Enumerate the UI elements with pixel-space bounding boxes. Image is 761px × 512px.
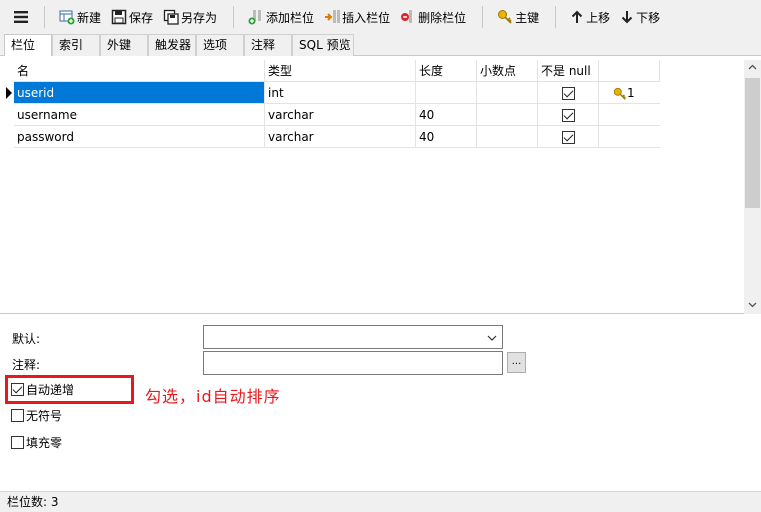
column-header-length[interactable]: 长度 xyxy=(416,60,477,82)
save-button-label: 保存 xyxy=(129,10,154,25)
tab-triggers[interactable]: 触发器 xyxy=(148,34,196,56)
table-row-decimals-cell[interactable] xyxy=(477,104,538,126)
primary-key-button[interactable]: 主键 xyxy=(493,4,543,30)
unsigned-label: 无符号 xyxy=(26,409,63,423)
zerofill-option[interactable]: 填充零 xyxy=(11,434,62,451)
table-row-not-null-cell[interactable] xyxy=(538,104,599,126)
column-header-key xyxy=(599,60,660,82)
menu-icon[interactable] xyxy=(8,4,34,30)
delete-field-icon xyxy=(401,10,413,23)
scroll-down-icon[interactable] xyxy=(748,302,757,308)
arrow-down-icon xyxy=(621,11,633,24)
tab-indexes[interactable]: 索引 xyxy=(52,34,100,56)
table-row-type-cell[interactable]: varchar xyxy=(265,126,416,148)
save-icon xyxy=(111,9,127,25)
default-label: 默认: xyxy=(12,332,41,346)
tab-sql-preview[interactable]: SQL 预览 xyxy=(292,34,354,56)
comment-label: 注释: xyxy=(12,358,41,372)
add-field-button-label: 添加栏位 xyxy=(266,10,315,25)
status-bar: 栏位数: 3 xyxy=(0,491,761,512)
save-as-icon xyxy=(163,9,179,25)
insert-field-button[interactable]: 插入栏位 xyxy=(320,4,394,30)
default-select[interactable] xyxy=(203,325,503,349)
not-null-checkbox[interactable] xyxy=(561,109,575,122)
toolbar: 新建 保存 另存为 添加栏位 插入栏位 删除栏位 主键 上移 下移 xyxy=(0,0,761,34)
tab-fields[interactable]: 栏位 xyxy=(4,34,52,57)
tab-foreign-keys[interactable]: 外键 xyxy=(100,34,148,56)
key-icon xyxy=(498,10,512,24)
column-header-not-null[interactable]: 不是 null xyxy=(538,60,599,82)
toolbar-separator xyxy=(482,6,484,28)
table-row-length-cell[interactable]: 40 xyxy=(416,104,477,126)
table-row-decimals-cell[interactable] xyxy=(477,82,538,104)
table-row-key-cell[interactable] xyxy=(599,126,660,148)
primary-key-icon xyxy=(613,87,626,100)
current-row-indicator-icon xyxy=(6,87,12,99)
table-row-length-cell[interactable] xyxy=(416,82,477,104)
add-field-button[interactable]: 添加栏位 xyxy=(244,4,318,30)
annotation-text: 勾选，id自动排序 xyxy=(145,387,281,406)
new-button-label: 新建 xyxy=(77,10,102,25)
delete-field-button[interactable]: 删除栏位 xyxy=(396,4,470,30)
unsigned-option[interactable]: 无符号 xyxy=(11,407,62,424)
new-button[interactable]: 新建 xyxy=(55,4,105,30)
table-row-name-cell[interactable]: username xyxy=(14,104,265,126)
annotation-highlight-box xyxy=(5,375,134,404)
toolbar-separator xyxy=(555,6,557,28)
comment-edit-button[interactable]: ... xyxy=(507,352,526,373)
new-table-icon xyxy=(59,10,75,25)
save-button[interactable]: 保存 xyxy=(107,4,157,30)
table-row-name-cell[interactable]: userid xyxy=(14,82,265,104)
table-row-decimals-cell[interactable] xyxy=(477,126,538,148)
add-field-icon xyxy=(248,10,262,25)
unsigned-checkbox[interactable] xyxy=(11,409,24,422)
column-header-name[interactable]: 名 xyxy=(14,60,265,82)
chevron-down-icon xyxy=(487,335,497,341)
table-row-not-null-cell[interactable] xyxy=(538,126,599,148)
table-row-key-cell[interactable] xyxy=(599,104,660,126)
not-null-checkbox[interactable] xyxy=(561,87,575,100)
toolbar-separator xyxy=(44,6,45,28)
primary-key-button-label: 主键 xyxy=(515,10,540,25)
zerofill-checkbox[interactable] xyxy=(11,436,24,449)
save-as-button-label: 另存为 xyxy=(181,10,218,25)
comment-field[interactable] xyxy=(203,351,503,375)
zerofill-label: 填充零 xyxy=(26,436,63,450)
move-down-button-label: 下移 xyxy=(636,10,661,25)
move-up-button-label: 上移 xyxy=(586,10,611,25)
table-row-type-cell[interactable]: varchar xyxy=(265,104,416,126)
table-row-type-cell[interactable]: int xyxy=(265,82,416,104)
column-header-decimals[interactable]: 小数点 xyxy=(477,60,538,82)
save-as-button[interactable]: 另存为 xyxy=(159,4,221,30)
insert-field-icon xyxy=(325,10,341,23)
arrow-up-icon xyxy=(571,10,583,23)
scroll-up-icon[interactable] xyxy=(748,64,757,70)
not-null-checkbox[interactable] xyxy=(561,131,575,144)
tab-options[interactable]: 选项 xyxy=(196,34,244,56)
table-row-name-cell[interactable]: password xyxy=(14,126,265,148)
table-row-key-cell[interactable]: 1 xyxy=(599,82,660,104)
grid-scrollbar-thumb[interactable] xyxy=(745,78,760,208)
move-up-button[interactable]: 上移 xyxy=(566,4,614,30)
insert-field-button-label: 插入栏位 xyxy=(342,10,391,25)
fields-grid: 名 类型 长度 小数点 不是 null userid int 1 usernam… xyxy=(0,56,761,314)
table-row-length-cell[interactable]: 40 xyxy=(416,126,477,148)
move-down-button[interactable]: 下移 xyxy=(616,4,664,30)
tab-comments[interactable]: 注释 xyxy=(244,34,292,56)
primary-key-order: 1 xyxy=(627,86,635,100)
table-row-not-null-cell[interactable] xyxy=(538,82,599,104)
delete-field-button-label: 删除栏位 xyxy=(418,10,467,25)
toolbar-separator xyxy=(233,6,235,28)
field-count-status: 栏位数: 3 xyxy=(7,495,59,509)
tab-bar: 栏位 索引 外键 触发器 选项 注释 SQL 预览 xyxy=(0,34,761,57)
column-header-type[interactable]: 类型 xyxy=(265,60,416,82)
